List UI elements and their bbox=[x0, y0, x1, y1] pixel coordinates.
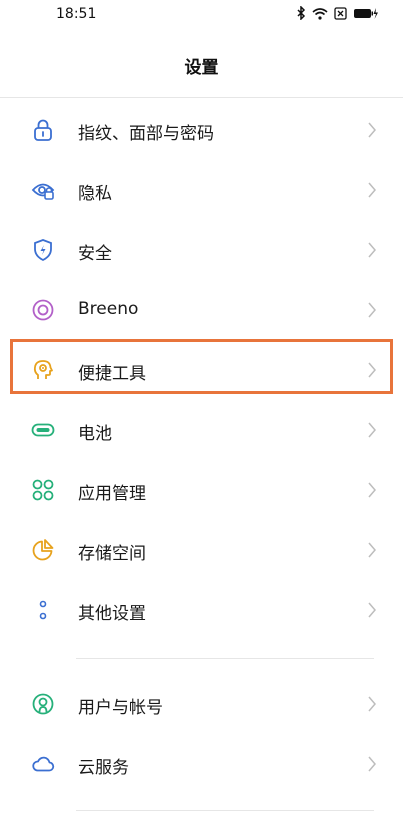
battery-icon bbox=[31, 418, 55, 442]
settings-item-breeno[interactable]: Breeno bbox=[0, 280, 403, 340]
settings-item-cloud-service[interactable]: 云服务 bbox=[0, 734, 403, 794]
wifi-icon bbox=[312, 7, 328, 20]
settings-item-battery[interactable]: 电池 bbox=[0, 400, 403, 460]
section-divider bbox=[76, 810, 374, 811]
settings-item-label: 应用管理 bbox=[78, 484, 146, 504]
chevron-right-icon bbox=[367, 422, 377, 438]
settings-item-label: 存储空间 bbox=[78, 544, 146, 564]
chevron-right-icon bbox=[367, 302, 377, 318]
battery-status-icon bbox=[353, 7, 379, 20]
settings-item-users-accounts[interactable]: 用户与帐号 bbox=[0, 674, 403, 734]
page-title: 设置 bbox=[184, 58, 219, 78]
settings-item-privacy[interactable]: 隐私 bbox=[0, 160, 403, 220]
settings-item-other-settings[interactable]: 其他设置 bbox=[0, 580, 403, 640]
settings-item-label: 其他设置 bbox=[78, 604, 146, 624]
cloud-icon bbox=[31, 752, 55, 776]
eye-lock-icon bbox=[31, 178, 55, 202]
breeno-circle-icon bbox=[31, 298, 55, 322]
chevron-right-icon bbox=[367, 122, 377, 138]
pie-storage-icon bbox=[31, 538, 55, 562]
page-header: 设置 bbox=[0, 52, 403, 84]
settings-item-label: 隐私 bbox=[78, 184, 112, 204]
section-divider bbox=[76, 658, 374, 659]
chevron-right-icon bbox=[367, 602, 377, 618]
shield-bolt-icon bbox=[31, 238, 55, 262]
chevron-right-icon bbox=[367, 542, 377, 558]
status-bar: 18:51 bbox=[0, 0, 403, 34]
settings-item-label: 电池 bbox=[78, 424, 112, 444]
bluetooth-icon bbox=[296, 6, 306, 20]
settings-item-storage[interactable]: 存储空间 bbox=[0, 520, 403, 580]
header-divider bbox=[0, 97, 403, 98]
settings-item-security[interactable]: 安全 bbox=[0, 220, 403, 280]
settings-item-label: 安全 bbox=[78, 244, 112, 264]
dots-icon bbox=[31, 598, 55, 622]
sim-box-icon bbox=[334, 6, 347, 20]
chevron-right-icon bbox=[367, 696, 377, 712]
chevron-right-icon bbox=[367, 756, 377, 772]
settings-item-app-management[interactable]: 应用管理 bbox=[0, 460, 403, 520]
settings-item-label: 指纹、面部与密码 bbox=[78, 124, 214, 144]
user-icon bbox=[31, 692, 55, 716]
settings-item-label: Breeno bbox=[78, 299, 139, 319]
chevron-right-icon bbox=[367, 482, 377, 498]
chevron-right-icon bbox=[367, 182, 377, 198]
status-time: 18:51 bbox=[56, 6, 97, 22]
chevron-right-icon bbox=[367, 242, 377, 258]
apps-grid-icon bbox=[31, 478, 55, 502]
settings-item-fingerprint-face-password[interactable]: 指纹、面部与密码 bbox=[0, 100, 403, 160]
status-icons bbox=[296, 6, 379, 20]
lock-icon bbox=[31, 118, 55, 142]
highlight-box bbox=[10, 339, 393, 394]
settings-item-label: 云服务 bbox=[78, 758, 129, 778]
settings-item-label: 用户与帐号 bbox=[78, 698, 163, 718]
